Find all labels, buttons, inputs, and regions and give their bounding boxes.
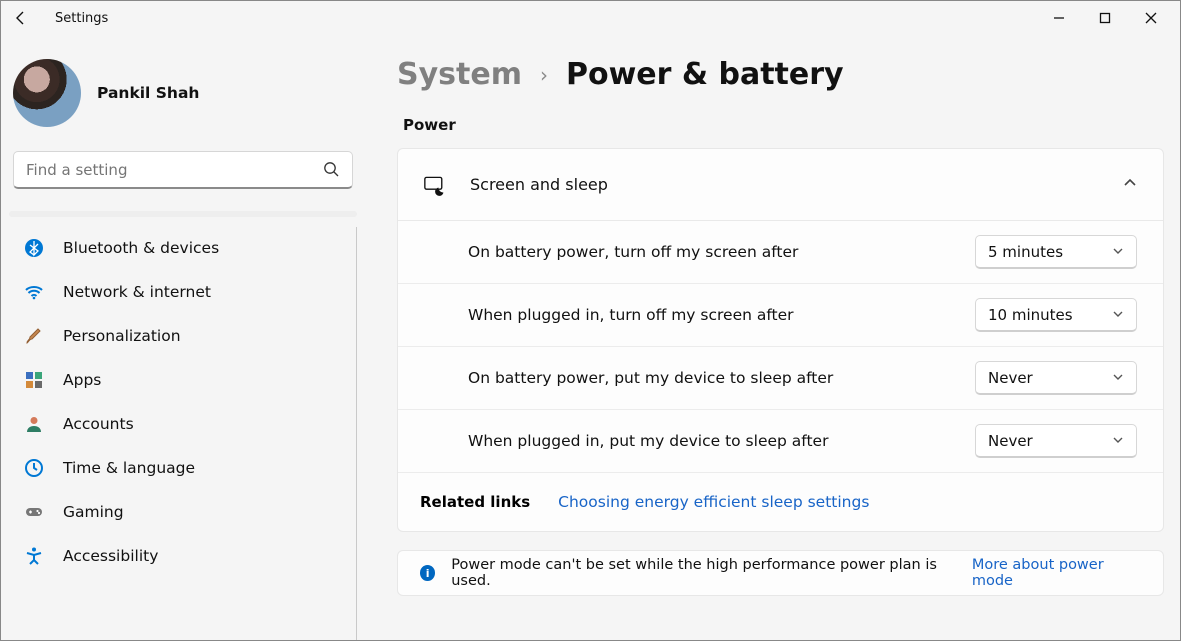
wifi-icon <box>23 281 45 303</box>
chevron-down-icon <box>1112 369 1124 387</box>
power-mode-info: i Power mode can't be set while the high… <box>397 550 1164 596</box>
dropdown-sleep-plugged[interactable]: Never <box>975 424 1137 458</box>
sidebar-item-label: Apps <box>63 371 101 389</box>
clock-globe-icon <box>23 457 45 479</box>
user-name: Pankil Shah <box>97 84 199 102</box>
sidebar-item-time-language[interactable]: Time & language <box>9 447 354 489</box>
setting-label: On battery power, put my device to sleep… <box>468 369 975 387</box>
screen-sleep-title: Screen and sleep <box>470 175 608 194</box>
search-icon <box>323 161 340 178</box>
section-title-power: Power <box>403 116 1164 134</box>
dropdown-value: 5 minutes <box>988 243 1063 261</box>
sidebar-item-label: Network & internet <box>63 283 211 301</box>
apps-icon <box>23 369 45 391</box>
sidebar-item-label: Accessibility <box>63 547 158 565</box>
setting-row-sleep-plugged: When plugged in, put my device to sleep … <box>398 410 1163 473</box>
setting-row-screen-plugged: When plugged in, turn off my screen afte… <box>398 284 1163 347</box>
screen-sleep-header[interactable]: Screen and sleep <box>398 149 1163 221</box>
setting-label: On battery power, turn off my screen aft… <box>468 243 975 261</box>
sidebar-item-label: Accounts <box>63 415 134 433</box>
sidebar-item-label: Personalization <box>63 327 181 345</box>
maximize-button[interactable] <box>1082 1 1128 35</box>
setting-row-screen-battery: On battery power, turn off my screen aft… <box>398 221 1163 284</box>
dropdown-value: 10 minutes <box>988 306 1073 324</box>
sidebar-item-label: Time & language <box>63 459 195 477</box>
info-text: Power mode can't be set while the high p… <box>451 557 956 589</box>
sidebar-item-accounts[interactable]: Accounts <box>9 403 354 445</box>
search-input-wrapper[interactable] <box>13 151 353 189</box>
sidebar-item-accessibility[interactable]: Accessibility <box>9 535 354 577</box>
screen-sleep-icon <box>424 174 446 196</box>
user-profile[interactable]: Pankil Shah <box>9 45 357 151</box>
sidebar: Pankil Shah Bluetooth & devices Network … <box>1 35 361 640</box>
chevron-down-icon <box>1112 243 1124 261</box>
avatar <box>13 59 81 127</box>
related-links-row: Related links Choosing energy efficient … <box>398 473 1163 531</box>
dropdown-sleep-battery[interactable]: Never <box>975 361 1137 395</box>
setting-label: When plugged in, turn off my screen afte… <box>468 306 975 324</box>
minimize-icon <box>1053 12 1065 24</box>
close-icon <box>1145 12 1157 24</box>
arrow-left-icon <box>13 10 29 26</box>
close-button[interactable] <box>1128 1 1174 35</box>
titlebar: Settings <box>1 1 1180 35</box>
settings-window: Settings Pankil Shah <box>0 0 1181 641</box>
chevron-right-icon: › <box>540 63 548 87</box>
breadcrumb-current: Power & battery <box>566 57 844 92</box>
nav-list: Bluetooth & devices Network & internet P… <box>9 227 357 640</box>
dropdown-value: Never <box>988 432 1033 450</box>
chevron-down-icon <box>1112 432 1124 450</box>
scrollbar-track[interactable] <box>9 211 357 217</box>
dropdown-value: Never <box>988 369 1033 387</box>
setting-label: When plugged in, put my device to sleep … <box>468 432 975 450</box>
info-icon: i <box>420 565 435 581</box>
sidebar-item-bluetooth[interactable]: Bluetooth & devices <box>9 227 354 269</box>
window-controls <box>1036 1 1174 35</box>
sidebar-item-personalization[interactable]: Personalization <box>9 315 354 357</box>
sidebar-item-network[interactable]: Network & internet <box>9 271 354 313</box>
brush-icon <box>23 325 45 347</box>
sidebar-item-label: Gaming <box>63 503 124 521</box>
sidebar-item-label: Bluetooth & devices <box>63 239 219 257</box>
search-input[interactable] <box>26 161 323 179</box>
gamepad-icon <box>23 501 45 523</box>
related-links-label: Related links <box>420 493 530 511</box>
minimize-button[interactable] <box>1036 1 1082 35</box>
breadcrumb-parent[interactable]: System <box>397 57 522 92</box>
dropdown-screen-plugged[interactable]: 10 minutes <box>975 298 1137 332</box>
person-icon <box>23 413 45 435</box>
screen-sleep-card: Screen and sleep On battery power, turn … <box>397 148 1164 532</box>
bluetooth-icon <box>23 237 45 259</box>
dropdown-screen-battery[interactable]: 5 minutes <box>975 235 1137 269</box>
link-more-power-mode[interactable]: More about power mode <box>972 557 1141 589</box>
sidebar-item-apps[interactable]: Apps <box>9 359 354 401</box>
accessibility-icon <box>23 545 45 567</box>
sidebar-item-gaming[interactable]: Gaming <box>9 491 354 533</box>
back-button[interactable] <box>7 4 35 32</box>
chevron-up-icon <box>1123 175 1137 194</box>
link-sleep-settings[interactable]: Choosing energy efficient sleep settings <box>558 493 869 511</box>
breadcrumb: System › Power & battery <box>397 57 1164 92</box>
setting-row-sleep-battery: On battery power, put my device to sleep… <box>398 347 1163 410</box>
maximize-icon <box>1099 12 1111 24</box>
main-content: System › Power & battery Power Screen an… <box>361 35 1180 640</box>
chevron-down-icon <box>1112 306 1124 324</box>
app-title: Settings <box>55 11 108 26</box>
